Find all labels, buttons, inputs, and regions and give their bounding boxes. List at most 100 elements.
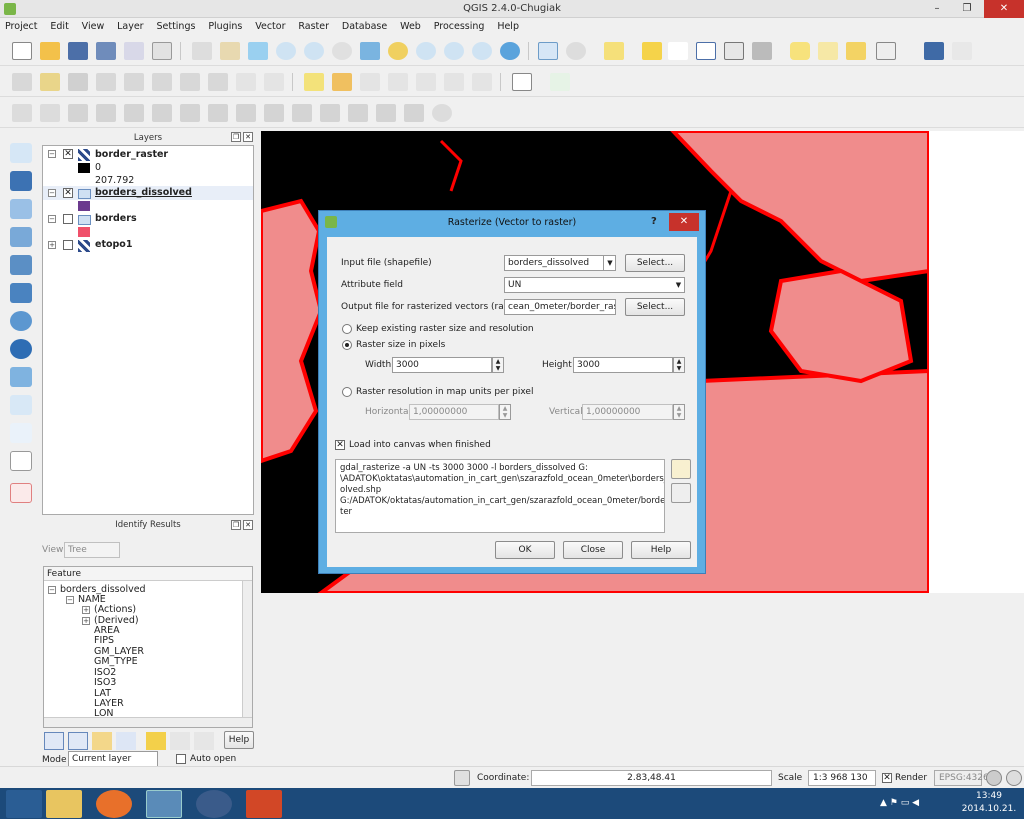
start-button-icon[interactable] bbox=[6, 790, 42, 818]
split-parts-icon[interactable] bbox=[320, 104, 340, 122]
firefox-icon[interactable] bbox=[96, 790, 132, 818]
zoom-next-icon[interactable] bbox=[472, 42, 492, 60]
powerpoint-icon[interactable] bbox=[246, 790, 282, 818]
menu-layer[interactable]: Layer bbox=[112, 19, 149, 35]
help-button[interactable]: Help bbox=[631, 541, 691, 559]
add-part-icon[interactable] bbox=[124, 104, 144, 122]
clock-date[interactable]: 2014.10.21. bbox=[956, 804, 1022, 814]
close-button[interactable]: Close bbox=[563, 541, 623, 559]
change-label-icon[interactable] bbox=[472, 73, 492, 91]
refresh-icon[interactable] bbox=[500, 42, 520, 60]
close-window-button[interactable]: ✕ bbox=[984, 0, 1024, 18]
identify-item[interactable]: LON bbox=[94, 707, 114, 717]
open-form-icon[interactable] bbox=[116, 732, 136, 750]
layer-name-borders-dissolved[interactable]: borders_dissolved bbox=[95, 186, 192, 200]
keep-size-radio[interactable] bbox=[342, 324, 352, 334]
print-composer-icon[interactable] bbox=[124, 42, 144, 60]
collapse-tree-icon[interactable] bbox=[68, 732, 88, 750]
expand-icon[interactable]: + bbox=[48, 241, 56, 249]
width-spinner[interactable]: ▲ ▼ bbox=[492, 357, 504, 373]
zoom-layer-icon[interactable] bbox=[416, 42, 436, 60]
redo-icon[interactable] bbox=[40, 104, 60, 122]
add-postgis-layer-icon[interactable] bbox=[10, 199, 32, 219]
float-panel-icon[interactable]: ❐ bbox=[231, 132, 241, 142]
zoom-in-icon[interactable] bbox=[276, 42, 296, 60]
output-file-input[interactable]: cean_0meter/border_raster bbox=[504, 299, 616, 315]
zoom-actual-icon[interactable] bbox=[332, 42, 352, 60]
menu-database[interactable]: Database bbox=[337, 19, 392, 35]
menu-edit[interactable]: Edit bbox=[45, 19, 73, 35]
menu-plugins[interactable]: Plugins bbox=[203, 19, 247, 35]
new-project-icon[interactable] bbox=[12, 42, 32, 60]
zoom-selection-icon[interactable] bbox=[388, 42, 408, 60]
menu-help[interactable]: Help bbox=[492, 19, 524, 35]
add-vector-layer-icon[interactable] bbox=[10, 143, 32, 163]
dialog-help-button[interactable]: ? bbox=[651, 216, 657, 227]
vertical-input[interactable]: 1,00000000 bbox=[582, 404, 673, 420]
raster-size-radio[interactable] bbox=[342, 340, 352, 350]
input-file-select[interactable]: borders_dissolved bbox=[504, 255, 616, 271]
menu-view[interactable]: View bbox=[77, 19, 110, 35]
expand-new-icon[interactable] bbox=[92, 732, 112, 750]
scale-select[interactable]: 1:3 968 130 bbox=[808, 770, 876, 786]
menu-vector[interactable]: Vector bbox=[250, 19, 290, 35]
new-bookmark-icon[interactable] bbox=[818, 42, 838, 60]
raster-resolution-radio[interactable] bbox=[342, 387, 352, 397]
layer-name-border-raster[interactable]: border_raster bbox=[95, 148, 168, 162]
float-panel-icon[interactable]: ❐ bbox=[231, 520, 241, 530]
cut-features-icon[interactable] bbox=[208, 73, 228, 91]
vertical-scrollbar[interactable] bbox=[242, 581, 252, 717]
minimize-button[interactable]: – bbox=[922, 0, 952, 18]
coordinate-toggle-icon[interactable] bbox=[454, 770, 470, 786]
show-bookmarks-icon[interactable] bbox=[846, 42, 866, 60]
current-edits-icon[interactable] bbox=[12, 73, 32, 91]
dialog-close-button[interactable]: ✕ bbox=[669, 213, 699, 231]
select-features-icon[interactable] bbox=[604, 42, 624, 60]
chevron-down-icon[interactable]: ▼ bbox=[672, 277, 685, 293]
identify-features-icon[interactable] bbox=[538, 42, 558, 60]
text-annotation-icon[interactable] bbox=[876, 42, 896, 60]
edit-command-icon[interactable] bbox=[671, 459, 691, 479]
clock-time[interactable]: 13:49 bbox=[956, 791, 1022, 801]
horizontal-scrollbar[interactable] bbox=[44, 717, 252, 727]
pin-labels-icon[interactable] bbox=[360, 73, 380, 91]
run-feature-action-icon[interactable] bbox=[566, 42, 586, 60]
collapse-icon[interactable]: − bbox=[48, 150, 56, 158]
horizontal-input[interactable]: 1,00000000 bbox=[409, 404, 499, 420]
zoom-last-icon[interactable] bbox=[444, 42, 464, 60]
layer-checkbox[interactable] bbox=[63, 214, 73, 224]
add-oracle-layer-icon[interactable] bbox=[10, 283, 32, 303]
label-abc-icon[interactable] bbox=[304, 73, 324, 91]
undo-icon[interactable] bbox=[12, 104, 32, 122]
pan-hand-icon[interactable] bbox=[220, 42, 240, 60]
deselect-all-icon[interactable] bbox=[642, 42, 662, 60]
delete-ring-icon[interactable] bbox=[180, 104, 200, 122]
delete-selected-icon[interactable] bbox=[180, 73, 200, 91]
select-output-button[interactable]: Select... bbox=[625, 298, 685, 316]
field-calculator-icon[interactable] bbox=[668, 42, 688, 60]
auto-open-checkbox[interactable] bbox=[176, 754, 186, 764]
menu-project[interactable]: Project bbox=[0, 19, 43, 35]
node-tool-icon[interactable] bbox=[152, 73, 172, 91]
messages-icon[interactable] bbox=[1006, 770, 1022, 786]
simplify-feature-icon[interactable] bbox=[68, 104, 88, 122]
pan-to-selection-icon[interactable] bbox=[248, 42, 268, 60]
move-feature-icon[interactable] bbox=[124, 73, 144, 91]
command-text-area[interactable]: gdal_rasterize -a UN -ts 3000 3000 -l bo… bbox=[335, 459, 665, 533]
offset-curve-icon[interactable] bbox=[264, 104, 284, 122]
load-into-canvas-checkbox[interactable]: ✕ bbox=[335, 440, 345, 450]
add-delimited-text-icon[interactable] bbox=[10, 395, 32, 415]
rotate-symbols-icon[interactable] bbox=[404, 104, 424, 122]
menu-settings[interactable]: Settings bbox=[151, 19, 200, 35]
width-input[interactable]: 3000 bbox=[392, 357, 492, 373]
open-project-icon[interactable] bbox=[40, 42, 60, 60]
expand-icon[interactable]: + bbox=[82, 606, 90, 614]
layer-name-borders[interactable]: borders bbox=[95, 212, 137, 226]
highlight-labels-icon[interactable] bbox=[388, 73, 408, 91]
statistics-icon[interactable] bbox=[724, 42, 744, 60]
layer-checkbox[interactable]: ✕ bbox=[63, 149, 73, 159]
add-wfs-layer-icon[interactable] bbox=[10, 367, 32, 387]
add-wcs-layer-icon[interactable] bbox=[10, 339, 32, 359]
identify-help-button[interactable]: Help bbox=[224, 731, 254, 749]
layer-labeling-icon[interactable] bbox=[332, 73, 352, 91]
